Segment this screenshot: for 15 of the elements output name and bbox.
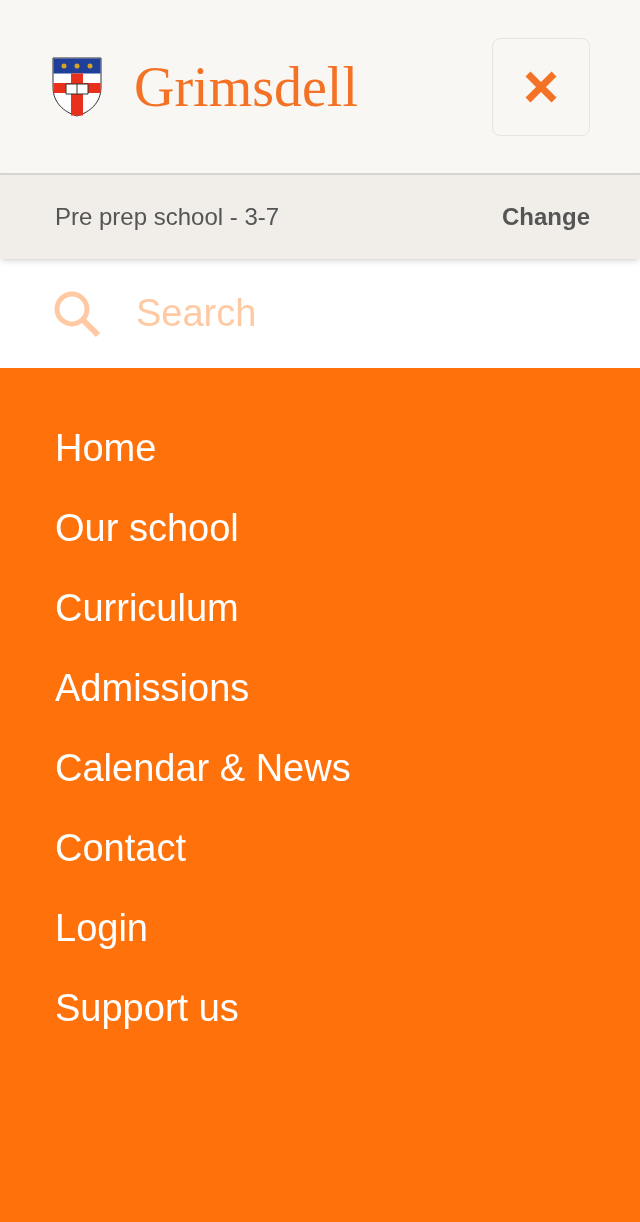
search-box[interactable]: Search — [0, 259, 640, 368]
menu-link[interactable]: Admissions — [55, 648, 250, 728]
crest-logo — [52, 56, 102, 117]
menu-link[interactable]: Home — [55, 408, 157, 488]
menu-link[interactable]: Our school — [55, 488, 239, 568]
change-link[interactable]: Change — [502, 199, 590, 235]
menu-link[interactable]: Support us — [55, 968, 239, 1048]
menu-link[interactable]: Calendar & News — [55, 728, 351, 808]
menu-link[interactable]: Contact — [55, 808, 186, 888]
search-field[interactable]: Search — [136, 285, 536, 342]
menu-link[interactable]: Curriculum — [55, 568, 239, 648]
close-button[interactable] — [492, 37, 590, 136]
menu-link[interactable]: Login — [55, 888, 148, 968]
brand-name: Grimsdell — [134, 54, 358, 120]
school-label: Pre prep school - 3-7 — [55, 202, 280, 232]
